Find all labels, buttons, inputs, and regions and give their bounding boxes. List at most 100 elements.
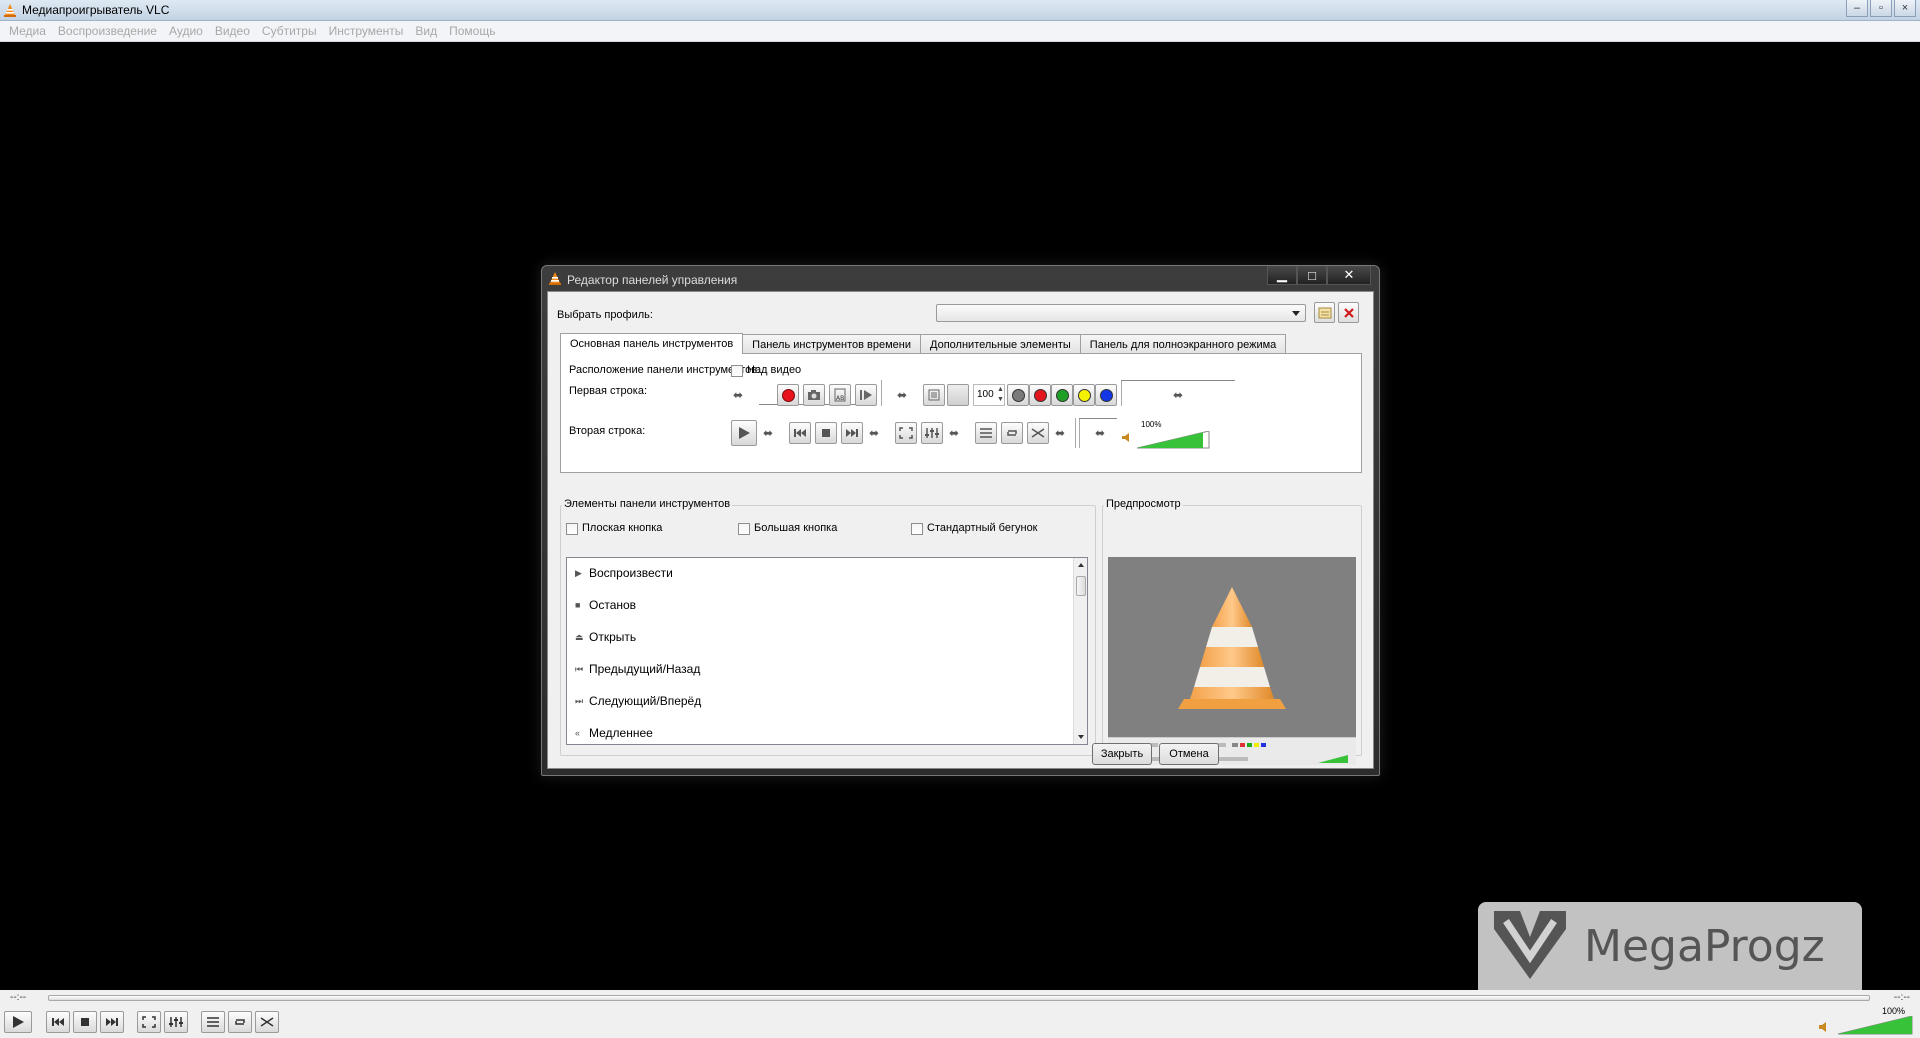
volume-slider[interactable] (1837, 1015, 1914, 1038)
toolbar-elements-list[interactable]: ▶ Воспроизвести ■ Останов ⏏ Открыть ⏮ Пр… (566, 557, 1088, 745)
above-video-label: Над видео (747, 364, 802, 376)
list-item[interactable]: ▶ Воспроизвести (575, 563, 673, 583)
tab-main-toolbar[interactable]: Основная панель инструментов (560, 333, 744, 354)
menu-view[interactable]: Вид (409, 24, 443, 38)
spin-up-icon[interactable]: ▲ (997, 386, 1004, 393)
previous-icon (52, 1018, 64, 1026)
shuffle-button[interactable] (255, 1011, 279, 1033)
speaker-icon[interactable] (1818, 1021, 1832, 1036)
menu-media[interactable]: Медиа (3, 24, 52, 38)
total-time: --:-- (1893, 992, 1910, 1003)
close-dialog-button[interactable]: Закрыть (1092, 743, 1152, 765)
seek-slider[interactable] (48, 995, 1870, 1001)
close-button[interactable]: × (1894, 0, 1916, 17)
tab-time-toolbar[interactable]: Панель инструментов времени (742, 334, 922, 354)
stop-icon: ■ (575, 600, 581, 610)
dialog-close-button[interactable]: ✕ (1327, 266, 1371, 285)
speed-spinbox[interactable]: 100 ▲ ▼ (973, 384, 1005, 406)
megaprogz-logo-icon (1490, 907, 1570, 986)
frame-by-frame-button[interactable] (855, 384, 877, 406)
ab-loop-button[interactable]: AB (829, 384, 851, 406)
playlist-toggle-button[interactable] (923, 384, 945, 406)
row-volume-slider[interactable] (1136, 430, 1211, 452)
shuffle-icon (260, 1017, 274, 1027)
first-row-label: Первая строка: (569, 385, 647, 397)
spacer-icon: ⬌ (897, 388, 907, 402)
native-slider-checkbox[interactable] (911, 521, 923, 535)
row-loop-button[interactable] (1001, 422, 1023, 444)
tab-advanced-widgets[interactable]: Дополнительные элементы (920, 334, 1081, 354)
scroll-down-icon[interactable] (1078, 735, 1084, 739)
list-item[interactable]: ⏏ Открыть (575, 627, 636, 647)
yellow-color-button[interactable] (1073, 384, 1095, 406)
vlc-cone-icon (3, 3, 17, 20)
red-color-button[interactable] (1029, 384, 1051, 406)
above-video-checkbox[interactable] (731, 363, 743, 377)
delete-profile-button[interactable] (1338, 302, 1359, 323)
row-next-button[interactable] (841, 422, 863, 444)
list-scrollbar[interactable] (1073, 558, 1087, 744)
cancel-button[interactable]: Отмена (1159, 743, 1219, 765)
dialog-body: Выбрать профиль: Основная панель инструм… (547, 291, 1374, 769)
list-item[interactable]: ■ Останов (575, 595, 636, 615)
tab-fullscreen-toolbar[interactable]: Панель для полноэкранного режима (1079, 334, 1287, 354)
row-previous-button[interactable] (789, 422, 811, 444)
gray-color-button[interactable] (1007, 384, 1029, 406)
previous-icon (794, 429, 806, 437)
watermark: MegaProgz (1478, 902, 1862, 990)
row-shuffle-button[interactable] (1027, 422, 1049, 444)
big-button-checkbox[interactable] (738, 521, 750, 535)
flat-button-checkbox[interactable] (566, 521, 578, 535)
spacer-icon: ⬌ (949, 426, 959, 440)
stop-icon (81, 1018, 89, 1026)
blank-button[interactable] (947, 384, 969, 406)
extended-settings-button[interactable] (164, 1011, 188, 1033)
delete-icon (1343, 307, 1354, 318)
row-playlist-button[interactable] (975, 422, 997, 444)
playlist-button[interactable] (201, 1011, 225, 1033)
blue-color-button[interactable] (1095, 384, 1117, 406)
green-color-button[interactable] (1051, 384, 1073, 406)
new-profile-button[interactable] (1314, 302, 1335, 323)
menu-help[interactable]: Помощь (443, 24, 501, 38)
stop-icon (822, 429, 830, 437)
menu-video[interactable]: Видео (209, 24, 256, 38)
play-button[interactable] (4, 1011, 32, 1033)
list-item[interactable]: ⏭ Следующий/Вперёд (575, 691, 701, 711)
loop-button[interactable] (228, 1011, 252, 1033)
minimize-button[interactable]: – (1846, 0, 1868, 17)
list-item[interactable]: ⏮ Предыдущий/Назад (575, 659, 700, 679)
dialog-maximize-button[interactable]: □ (1297, 266, 1327, 285)
next-button[interactable] (100, 1011, 124, 1033)
row-extended-button[interactable] (921, 422, 943, 444)
speaker-icon[interactable] (1121, 432, 1133, 446)
menu-playback[interactable]: Воспроизведение (52, 24, 163, 38)
menu-subtitles[interactable]: Субтитры (256, 24, 323, 38)
first-row-toolbar[interactable]: ⬌ AB ⬌ 100 ▲ ▼ ⬌ (725, 380, 1373, 412)
menu-tools[interactable]: Инструменты (323, 24, 410, 38)
record-button[interactable] (777, 384, 799, 406)
maximize-button[interactable]: ▫ (1870, 0, 1892, 17)
spacer-icon: ⬌ (1095, 426, 1105, 440)
spacer-icon: ⬌ (733, 388, 743, 402)
flat-button-label: Плоская кнопка (582, 522, 663, 534)
loop-icon (235, 1019, 245, 1025)
previous-button[interactable] (46, 1011, 70, 1033)
row-stop-button[interactable] (815, 422, 837, 444)
menu-audio[interactable]: Аудио (163, 24, 209, 38)
record-icon (781, 388, 795, 402)
play-icon: ▶ (575, 567, 582, 578)
row-play-button[interactable] (731, 420, 757, 446)
scroll-up-icon[interactable] (1078, 563, 1084, 567)
list-item[interactable]: « Медленнее (575, 723, 653, 743)
scroll-thumb[interactable] (1076, 576, 1086, 596)
preview-image (1108, 557, 1356, 737)
row-fullscreen-button[interactable] (895, 422, 917, 444)
second-row-toolbar[interactable]: ⬌ ⬌ ⬌ ⬌ ⬌ 100% (725, 418, 1373, 450)
fullscreen-button[interactable] (137, 1011, 161, 1033)
profile-select[interactable] (936, 304, 1306, 322)
stop-button[interactable] (73, 1011, 97, 1033)
spin-down-icon[interactable]: ▼ (997, 396, 1004, 403)
snapshot-button[interactable] (803, 384, 825, 406)
dialog-minimize-button[interactable]: ▁ (1267, 266, 1297, 285)
